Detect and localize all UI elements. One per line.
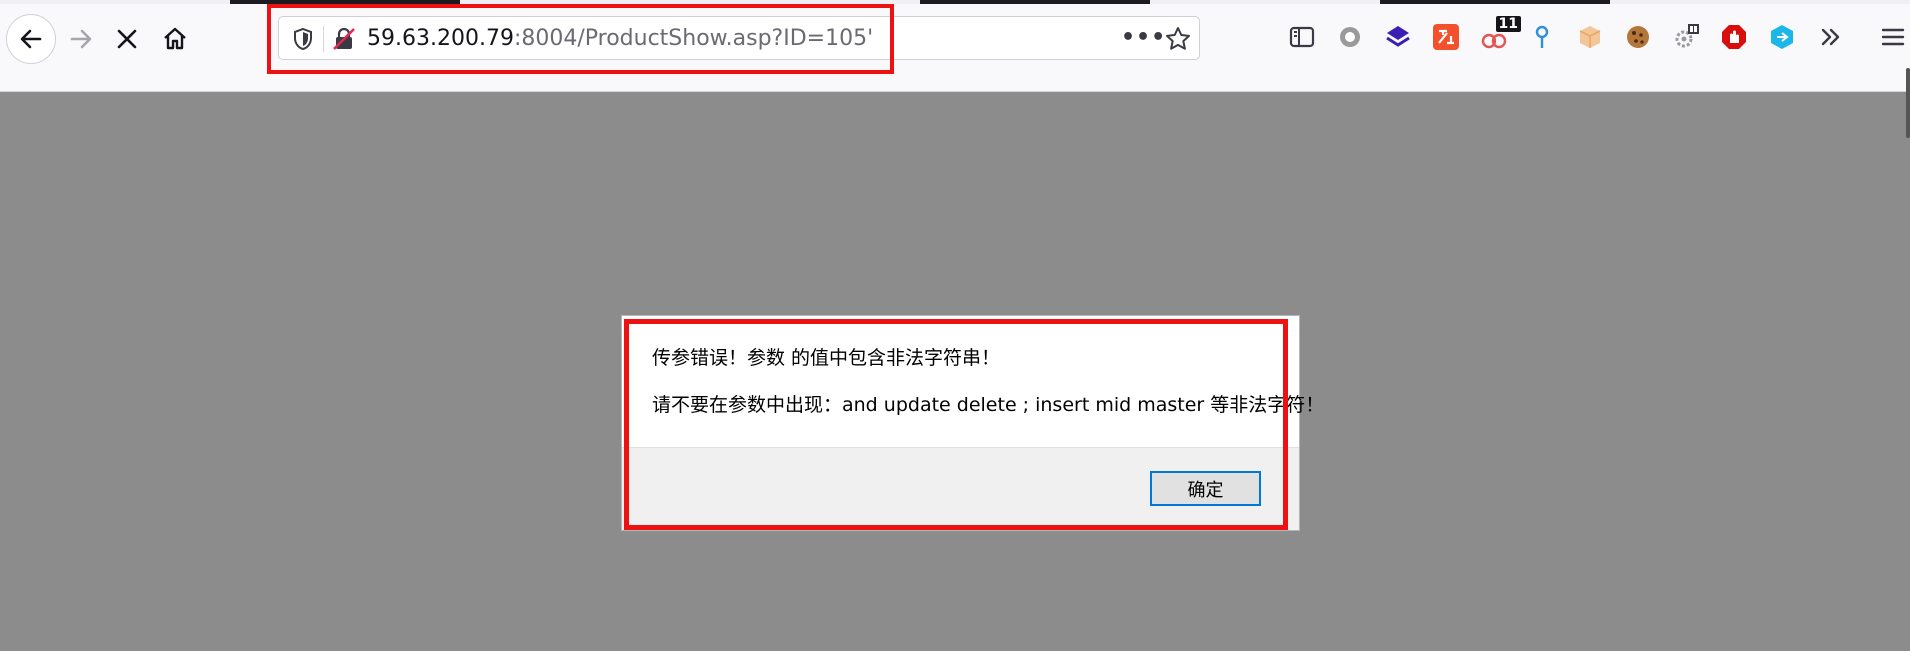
close-icon [117, 29, 137, 49]
box-icon[interactable] [1575, 22, 1605, 52]
dialog-annotation-box [624, 319, 1288, 530]
overflow-chevrons-icon[interactable] [1815, 22, 1845, 52]
hamburger-menu-icon[interactable] [1878, 22, 1908, 52]
extension-badge: 11 [1495, 16, 1521, 32]
extension-counter-icon[interactable]: 11 [1479, 16, 1521, 52]
sidebar-icon[interactable] [1287, 22, 1317, 52]
gear-extension-icon[interactable] [1671, 22, 1701, 52]
url-annotation-box [267, 4, 894, 74]
layers-icon[interactable] [1383, 22, 1413, 52]
pin-icon[interactable] [1527, 22, 1557, 52]
cookie-icon[interactable] [1623, 22, 1653, 52]
translate-icon[interactable] [1431, 22, 1461, 52]
home-icon [164, 27, 186, 50]
bookmark-star-icon[interactable] [1164, 25, 1192, 53]
arrow-right-icon [70, 29, 92, 49]
arrow-left-icon [20, 29, 42, 49]
page-actions-button[interactable]: ••• [1121, 25, 1166, 50]
stop-button[interactable] [102, 14, 152, 64]
circle-icon[interactable] [1335, 22, 1365, 52]
forward-button[interactable] [56, 14, 106, 64]
cube-icon[interactable] [1767, 22, 1797, 52]
back-button[interactable] [6, 14, 56, 64]
page-scrollbar[interactable] [1906, 68, 1910, 138]
stop-sign-icon[interactable] [1719, 22, 1749, 52]
home-button[interactable] [150, 14, 200, 64]
